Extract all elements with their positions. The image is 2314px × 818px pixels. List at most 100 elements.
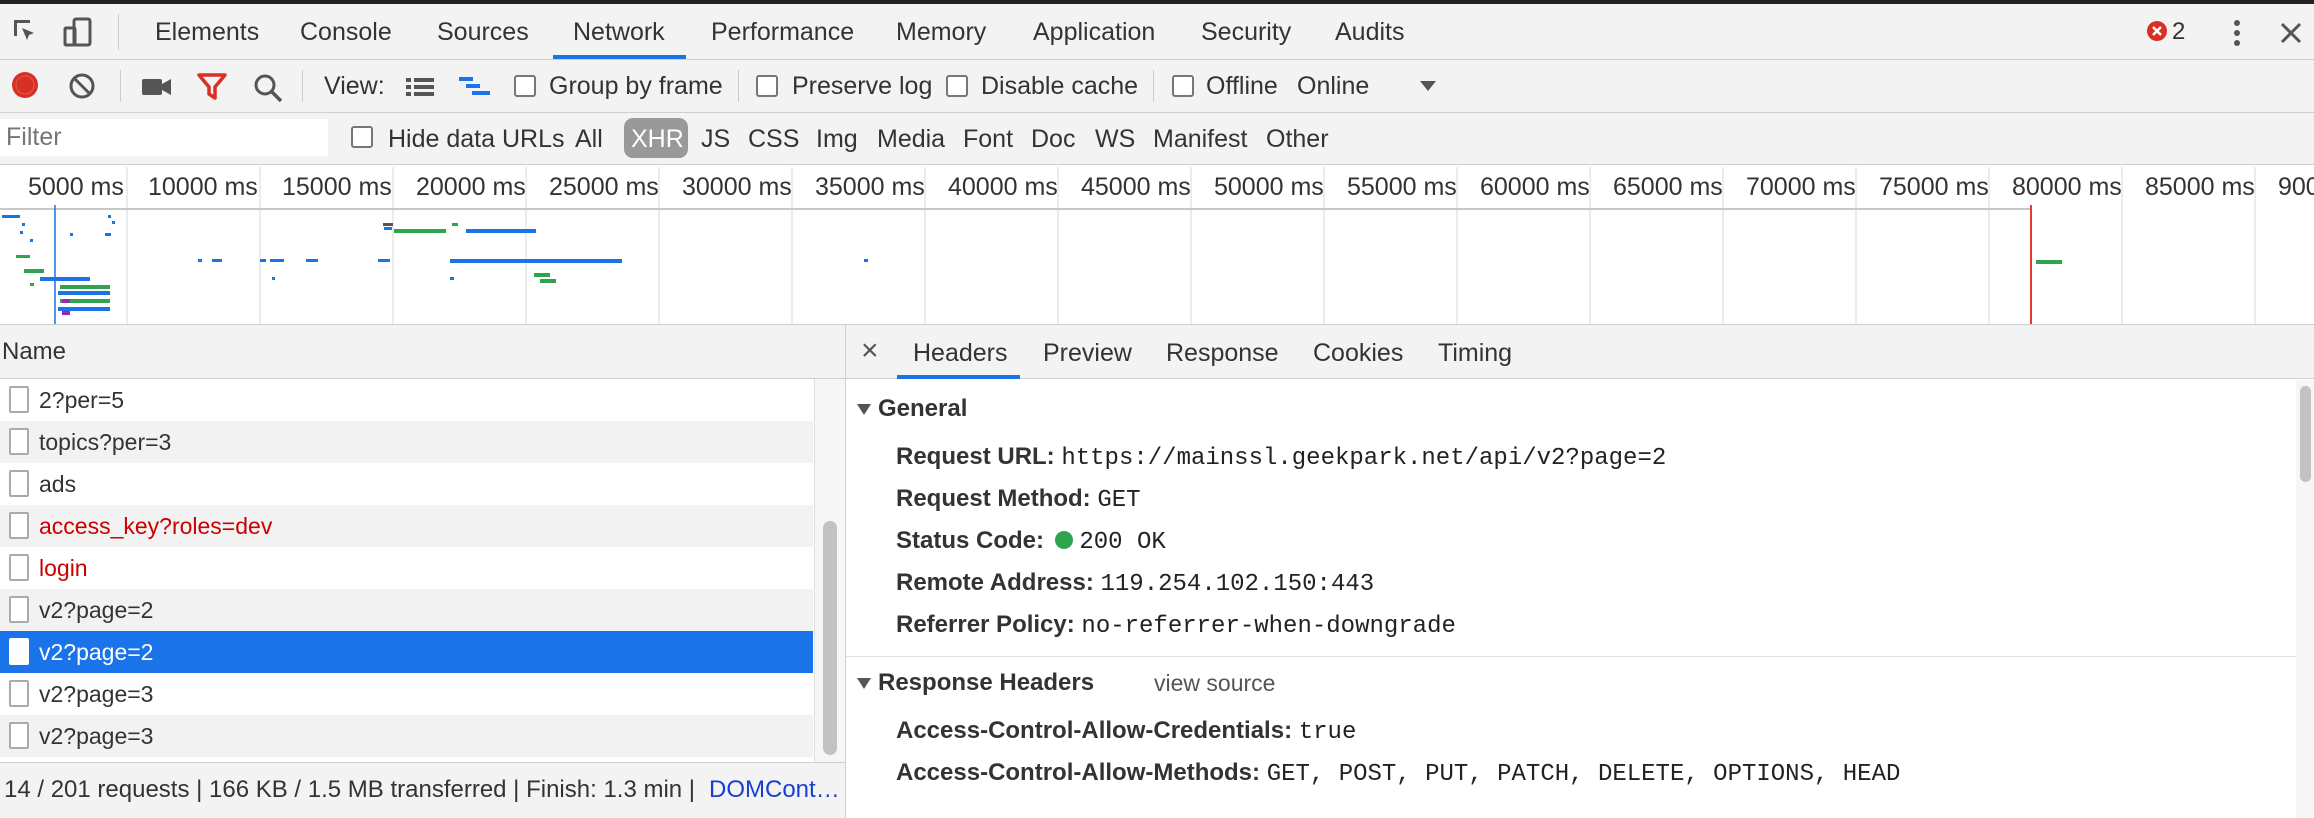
tab-audits[interactable]: Audits [1335, 4, 1404, 59]
close-details-icon[interactable]: × [861, 334, 879, 368]
split-divider[interactable] [845, 325, 846, 818]
tab-network[interactable]: Network [573, 4, 665, 59]
details-tab-preview[interactable]: Preview [1043, 338, 1132, 368]
details-scrollbar-thumb[interactable] [2300, 386, 2311, 482]
clear-icon[interactable] [68, 72, 96, 100]
hide-data-urls-label[interactable]: Hide data URLs [388, 124, 564, 154]
details-tab-timing[interactable]: Timing [1438, 338, 1512, 368]
request-list-scrollbar-track[interactable] [814, 379, 845, 762]
tab-security[interactable]: Security [1201, 4, 1291, 59]
tab-elements[interactable]: Elements [155, 4, 259, 59]
request-row[interactable]: 2?per=5 [0, 379, 813, 421]
filter-type-doc[interactable]: Doc [1031, 124, 1075, 154]
error-icon[interactable] [2146, 20, 2168, 42]
filter-icon[interactable] [197, 73, 227, 101]
section-divider [846, 656, 2296, 657]
header-key: Remote Address: [896, 569, 1094, 596]
request-row[interactable]: access_key?roles=dev [0, 505, 813, 547]
search-icon[interactable] [253, 73, 283, 103]
offline-checkbox[interactable] [1172, 75, 1194, 97]
header-key: Access-Control-Allow-Methods: [896, 759, 1261, 786]
remote-address-value: 119.254.102.150:443 [1100, 571, 1375, 598]
preserve-log-label[interactable]: Preserve log [792, 71, 932, 101]
request-name: v2?page=3 [39, 681, 154, 707]
request-row[interactable]: v2?page=3 [0, 673, 813, 715]
request-url-value: https://mainssl.geekpark.net/api/v2?page… [1061, 445, 1667, 472]
tab-memory[interactable]: Memory [896, 4, 986, 59]
request-row[interactable]: ads [0, 463, 813, 505]
network-toolbar: View: Group by frame Preserve log Disabl… [0, 60, 2314, 112]
request-row-selected[interactable]: v2?page=2 [0, 631, 813, 673]
header-key: Request Method: [896, 485, 1091, 512]
details-active-indicator [897, 375, 1020, 379]
filter-type-manifest[interactable]: Manifest [1153, 124, 1247, 154]
details-tab-response[interactable]: Response [1166, 338, 1279, 368]
filter-type-js[interactable]: JS [701, 124, 730, 154]
request-row[interactable]: v2?page=3 [0, 715, 813, 757]
name-column-label: Name [2, 338, 67, 365]
tab-sources[interactable]: Sources [437, 4, 529, 59]
domcontentloaded-link[interactable]: DOMCont… [709, 763, 840, 817]
filter-type-ws[interactable]: WS [1095, 124, 1135, 154]
tab-application[interactable]: Application [1033, 4, 1155, 59]
response-headers-title[interactable]: Response Headers [878, 668, 1094, 698]
request-list-scrollbar-thumb[interactable] [823, 521, 837, 755]
more-options-icon[interactable] [2226, 18, 2248, 48]
request-method-line: Request Method: GET [896, 484, 1141, 516]
file-icon [9, 554, 29, 581]
filter-type-css[interactable]: CSS [748, 124, 799, 154]
filter-type-img[interactable]: Img [816, 124, 858, 154]
request-name: 2?per=5 [39, 387, 125, 413]
filter-type-other[interactable]: Other [1266, 124, 1329, 154]
request-url-line: Request URL: https://mainssl.geekpark.ne… [896, 442, 1666, 474]
request-row[interactable]: v2?page=2 [0, 589, 813, 631]
name-column-header[interactable]: Name [0, 325, 845, 379]
response-headers-collapse-icon[interactable] [857, 678, 871, 690]
file-icon [9, 428, 29, 455]
details-tab-headers[interactable]: Headers [913, 338, 1008, 368]
throttling-select[interactable]: Online [1297, 71, 1369, 101]
tab-console[interactable]: Console [300, 4, 392, 59]
status-bar: 14 / 201 requests | 166 KB / 1.5 MB tran… [0, 762, 845, 818]
request-name: access_key?roles=dev [39, 513, 273, 539]
close-devtools-icon[interactable] [2279, 21, 2303, 45]
request-row[interactable]: topics?per=3 [0, 421, 813, 463]
details-scrollbar-track[interactable] [2296, 380, 2314, 818]
general-section-title[interactable]: General [878, 394, 967, 424]
record-icon[interactable] [11, 71, 39, 99]
capture-screenshots-icon[interactable] [141, 76, 173, 98]
error-count[interactable]: 2 [2172, 4, 2185, 59]
chevron-down-icon[interactable] [1419, 79, 1437, 93]
device-toolbar-icon[interactable] [62, 16, 94, 50]
group-by-frame-checkbox[interactable] [514, 75, 536, 97]
timeline-waterfall [0, 167, 2256, 324]
tab-performance[interactable]: Performance [711, 4, 854, 59]
filter-type-xhr[interactable]: XHR [631, 124, 684, 154]
header-key: Referrer Policy: [896, 611, 1075, 638]
request-name: v2?page=3 [39, 723, 154, 749]
file-icon [9, 512, 29, 539]
request-name: ads [39, 471, 77, 497]
filter-type-media[interactable]: Media [877, 124, 945, 154]
view-source-link[interactable]: view source [1154, 668, 1275, 698]
request-method-value: GET [1097, 487, 1141, 514]
waterfall-overview-icon[interactable] [458, 75, 492, 99]
offline-label[interactable]: Offline [1206, 71, 1278, 101]
details-tab-bar: × Headers Preview Response Cookies Timin… [846, 325, 2314, 379]
filter-type-all[interactable]: All [575, 124, 603, 154]
file-icon [9, 680, 29, 707]
filter-input[interactable] [0, 119, 328, 156]
large-request-rows-icon[interactable] [405, 76, 435, 98]
disable-cache-checkbox[interactable] [946, 75, 968, 97]
hide-data-urls-checkbox[interactable] [351, 126, 373, 148]
disable-cache-label[interactable]: Disable cache [981, 71, 1138, 101]
request-row[interactable]: login [0, 547, 813, 589]
file-icon [9, 386, 29, 413]
general-collapse-icon[interactable] [857, 404, 871, 416]
filter-type-font[interactable]: Font [963, 124, 1013, 154]
inspect-element-icon[interactable] [10, 16, 42, 48]
group-by-frame-label[interactable]: Group by frame [549, 71, 723, 101]
details-tab-cookies[interactable]: Cookies [1313, 338, 1403, 368]
preserve-log-checkbox[interactable] [756, 75, 778, 97]
file-icon [9, 596, 29, 623]
